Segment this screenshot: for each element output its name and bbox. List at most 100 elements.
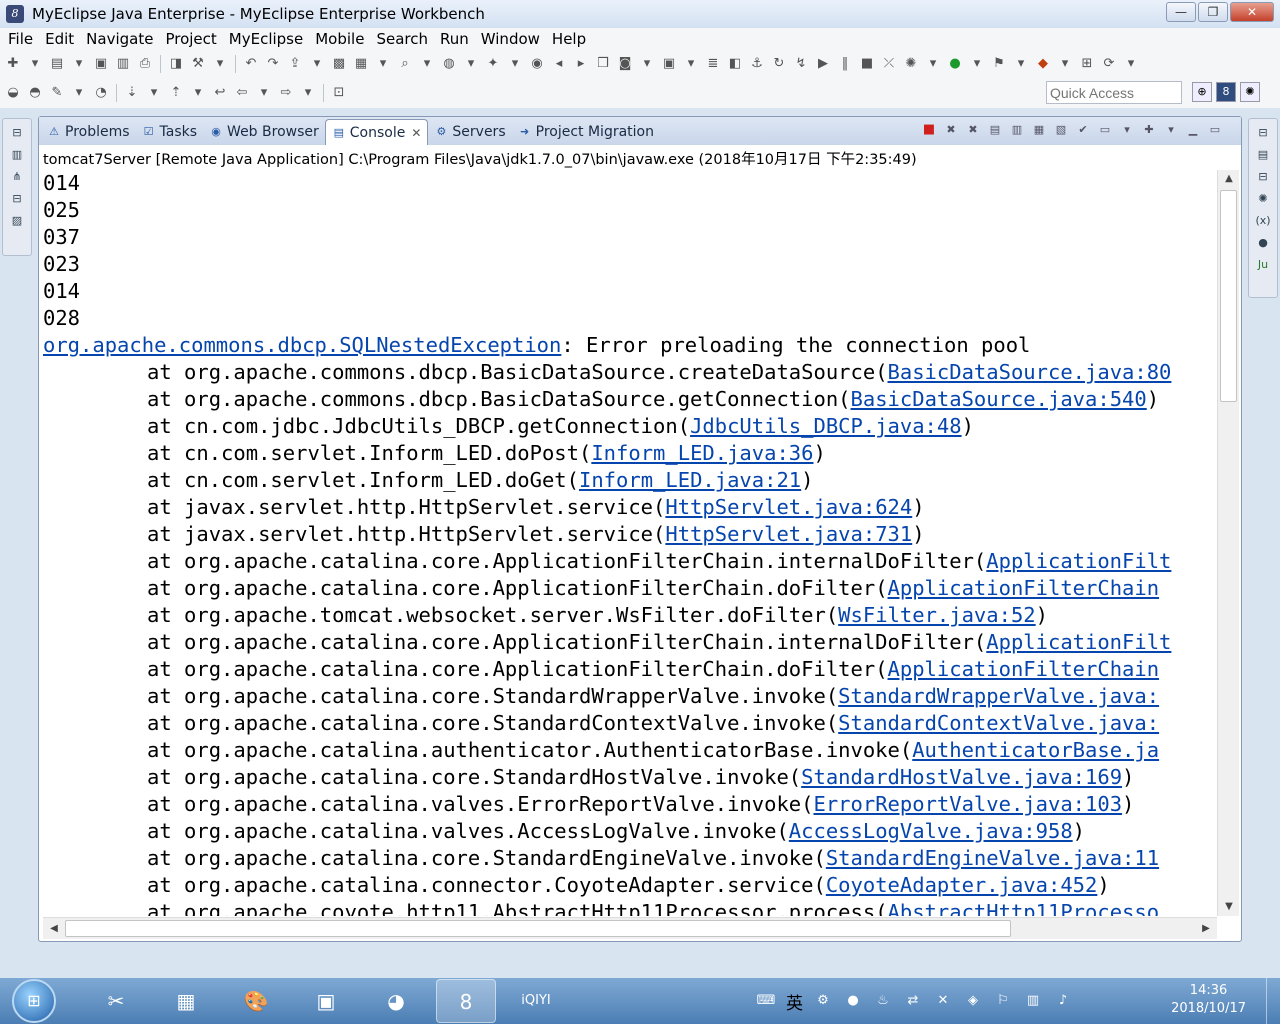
app-tray-icon[interactable]: ✕: [933, 991, 953, 1011]
minimize-view-icon[interactable]: ▁: [1185, 122, 1201, 138]
back-icon[interactable]: ⇦: [233, 84, 251, 102]
dropdown-icon[interactable]: ▾: [1163, 122, 1179, 138]
stack-frame-source-link[interactable]: AccessLogValve.java:958: [789, 819, 1073, 843]
show-desktop-button[interactable]: [1266, 978, 1280, 1024]
java-icon[interactable]: ♨: [873, 991, 893, 1011]
close-tab-icon[interactable]: ✕: [411, 126, 421, 140]
stack-frame-source-link[interactable]: ApplicationFilt: [986, 549, 1171, 573]
resume-icon[interactable]: ▶: [814, 55, 832, 73]
run-config-icon[interactable]: ⚑: [990, 55, 1008, 73]
stack-frame-source-link[interactable]: BasicDataSource.java:540: [851, 387, 1147, 411]
dropdown-icon[interactable]: ▾: [462, 55, 480, 73]
camera-icon[interactable]: ◙: [616, 55, 634, 73]
prev-annotation-icon[interactable]: ⇡: [167, 84, 185, 102]
scroll-up-icon[interactable]: ▲: [1218, 170, 1240, 188]
package-icon[interactable]: ▩: [330, 55, 348, 73]
minimize-button[interactable]: —: [1166, 2, 1196, 22]
refresh-icon[interactable]: ↻: [770, 55, 788, 73]
dropdown-icon[interactable]: ▾: [1122, 55, 1140, 73]
disconnect-icon[interactable]: ⤫: [880, 55, 898, 73]
stack-frame-source-link[interactable]: ApplicationFilterChain: [888, 576, 1160, 600]
stack-frame-source-link[interactable]: HttpServlet.java:624: [665, 495, 912, 519]
terminate-icon[interactable]: ■: [921, 122, 937, 138]
menu-run[interactable]: Run: [434, 30, 475, 48]
ime-settings-icon[interactable]: ⚙: [813, 991, 833, 1011]
save-icon[interactable]: ▣: [92, 55, 110, 73]
start-button[interactable]: ⊞: [12, 979, 56, 1023]
system-clock[interactable]: 14:36 2018/10/17: [1171, 982, 1246, 1018]
dropdown-icon[interactable]: ▾: [26, 55, 44, 73]
stack-frame-source-link[interactable]: WsFilter.java:52: [838, 603, 1035, 627]
outline-icon[interactable]: ▤: [1255, 147, 1271, 163]
restore-icon[interactable]: ⊟: [9, 125, 25, 141]
tab-console[interactable]: ▤ Console ✕: [324, 119, 429, 145]
dropdown-icon[interactable]: ▾: [682, 55, 700, 73]
deploy-icon[interactable]: ⇪: [286, 55, 304, 73]
teamviewer-icon[interactable]: ⇄: [903, 991, 923, 1011]
menu-mobile[interactable]: Mobile: [309, 30, 370, 48]
security-icon[interactable]: ◈: [963, 991, 983, 1011]
stack-frame-source-link[interactable]: HttpServlet.java:731: [665, 522, 912, 546]
browser-icon[interactable]: ◍: [440, 55, 458, 73]
dropdown-icon[interactable]: ▾: [1056, 55, 1074, 73]
open-perspective-icon[interactable]: ⊕: [1192, 82, 1212, 102]
breakpoints-icon[interactable]: ●: [1255, 235, 1271, 251]
paint-app[interactable]: 🎨: [226, 979, 286, 1023]
wizard-icon[interactable]: ✦: [484, 55, 502, 73]
flag-icon[interactable]: ⚐: [993, 991, 1013, 1011]
open-type-icon[interactable]: ◨: [167, 55, 185, 73]
stack-frame-source-link[interactable]: AbstractHttp11Processo: [888, 900, 1160, 916]
dropdown-icon[interactable]: ▾: [374, 55, 392, 73]
iqiyi-app[interactable]: iQIYI: [506, 979, 566, 1023]
dropdown-icon[interactable]: ▾: [70, 84, 88, 102]
tab-web-browser[interactable]: ◉ Web Browser: [203, 119, 325, 145]
dropdown-icon[interactable]: ▾: [506, 55, 524, 73]
remove-all-launches-icon[interactable]: ✖: [965, 122, 981, 138]
ime-icon[interactable]: ⌨: [756, 991, 776, 1011]
build-icon[interactable]: ⚒: [189, 55, 207, 73]
globe-icon[interactable]: ◉: [528, 55, 546, 73]
dropdown-icon[interactable]: ▾: [924, 55, 942, 73]
dropdown-icon[interactable]: ▾: [1119, 122, 1135, 138]
clear-console-icon[interactable]: ▤: [987, 122, 1003, 138]
show-output-icon[interactable]: ▧: [1053, 122, 1069, 138]
restore-icon[interactable]: ⊟: [1255, 169, 1271, 185]
stack-frame-source-link[interactable]: ApplicationFilt: [986, 630, 1171, 654]
myeclipse-app[interactable]: 8: [436, 979, 496, 1023]
stack-frame-source-link[interactable]: ErrorReportValve.java:103: [813, 792, 1122, 816]
dropdown-icon[interactable]: ▾: [308, 55, 326, 73]
maximize-button[interactable]: ❐: [1198, 2, 1228, 22]
reload-icon[interactable]: ⟳: [1100, 55, 1118, 73]
dropdown-icon[interactable]: ▾: [70, 55, 88, 73]
toggle-icon[interactable]: ◧: [726, 55, 744, 73]
tab-project-migration[interactable]: ➜ Project Migration: [512, 119, 660, 145]
tab-tasks[interactable]: ☑ Tasks: [136, 119, 204, 145]
stack-frame-source-link[interactable]: StandardContextValve.java:: [838, 711, 1159, 735]
word-wrap-icon[interactable]: ▦: [1031, 122, 1047, 138]
stack-frame-source-link[interactable]: JdbcUtils_DBCP.java:48: [690, 414, 962, 438]
remove-launch-icon[interactable]: ✖: [943, 122, 959, 138]
gift-icon[interactable]: ⊞: [1078, 55, 1096, 73]
dropdown-icon[interactable]: ▾: [145, 84, 163, 102]
exception-class-link[interactable]: org.apache.commons.dbcp.SQLNestedExcepti…: [43, 333, 561, 357]
menu-window[interactable]: Window: [475, 30, 546, 48]
hierarchy-icon[interactable]: ⋔: [9, 169, 25, 185]
forward-icon[interactable]: ⇨: [277, 84, 295, 102]
external-tools-icon[interactable]: ◆: [1034, 55, 1052, 73]
menu-help[interactable]: Help: [546, 30, 592, 48]
folder-icon[interactable]: ◓: [26, 84, 44, 102]
scroll-left-icon[interactable]: ◀: [45, 920, 63, 938]
print-icon[interactable]: ⎙: [136, 55, 154, 73]
tab-problems[interactable]: ⚠ Problems: [41, 119, 136, 145]
debug-view-icon[interactable]: ✺: [1255, 191, 1271, 207]
close-button[interactable]: ✕: [1230, 2, 1274, 22]
dropdown-icon[interactable]: ▾: [189, 84, 207, 102]
search-icon[interactable]: ⌕: [396, 55, 414, 73]
open-console-icon[interactable]: ✚: [1141, 122, 1157, 138]
list-icon[interactable]: ≣: [704, 55, 722, 73]
menu-navigate[interactable]: Navigate: [80, 30, 159, 48]
run-icon[interactable]: ●: [946, 55, 964, 73]
horizontal-scroll-thumb[interactable]: [65, 920, 1011, 937]
scroll-right-icon[interactable]: ▶: [1197, 920, 1215, 938]
junit-icon[interactable]: Ju: [1255, 257, 1271, 273]
